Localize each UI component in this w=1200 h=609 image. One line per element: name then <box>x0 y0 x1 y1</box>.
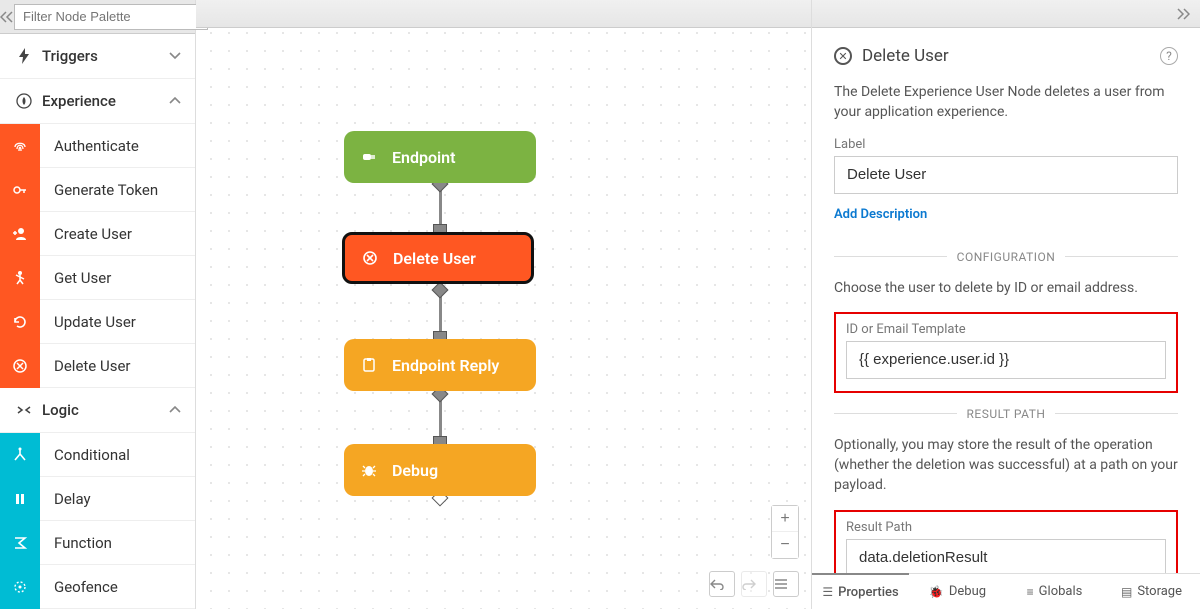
help-icon[interactable]: ? <box>1160 47 1178 65</box>
undo-button[interactable] <box>709 571 735 597</box>
flow-node-debug[interactable]: Debug <box>344 444 536 496</box>
palette-item-label: Create User <box>40 225 132 243</box>
clipboard-icon <box>360 356 382 374</box>
palette-item-label: Delete User <box>40 357 131 375</box>
bolt-icon <box>14 48 34 64</box>
palette-item-conditional[interactable]: Conditional <box>0 432 195 476</box>
config-description: Choose the user to delete by ID or email… <box>834 278 1178 298</box>
result-field-label: Result Path <box>846 520 1166 535</box>
fingerprint-icon <box>0 124 40 168</box>
palette-item-label: Delay <box>40 490 91 508</box>
result-path-input[interactable] <box>846 539 1166 573</box>
tab-label: Globals <box>1039 584 1083 599</box>
flow-node-label: Delete User <box>393 249 476 268</box>
branch-icon <box>0 433 40 477</box>
id-template-input[interactable] <box>846 341 1166 379</box>
run-user-icon <box>0 256 40 300</box>
tab-debug[interactable]: 🐞 Debug <box>909 574 1006 609</box>
category-label: Experience <box>42 92 169 110</box>
collapse-sidebar-button[interactable] <box>0 0 14 34</box>
palette-item-label: Authenticate <box>40 137 139 155</box>
add-user-icon <box>0 212 40 256</box>
label-field-label: Label <box>834 137 1178 152</box>
workflow-canvas[interactable]: Endpoint Delete User Endpoint Reply Debu… <box>196 0 811 609</box>
bug-icon <box>360 461 382 479</box>
delete-icon <box>361 249 383 267</box>
category-experience[interactable]: Experience <box>0 79 195 123</box>
globe-icon: ≡ <box>1027 585 1034 599</box>
flow-node-label: Endpoint <box>392 148 456 167</box>
palette-item-function[interactable]: Function <box>0 520 195 564</box>
refresh-icon <box>0 300 40 344</box>
tab-label: Properties <box>838 585 899 600</box>
category-triggers[interactable]: Triggers <box>0 34 195 78</box>
palette-item-generate-token[interactable]: Generate Token <box>0 167 195 211</box>
delete-icon <box>0 344 40 388</box>
palette-item-label: Get User <box>40 269 111 287</box>
palette-item-authenticate[interactable]: Authenticate <box>0 123 195 167</box>
palette-item-delete-user[interactable]: Delete User <box>0 343 195 387</box>
flow-node-endpoint-reply[interactable]: Endpoint Reply <box>344 339 536 391</box>
panel-title: Delete User <box>862 46 1160 66</box>
tab-storage[interactable]: ▤ Storage <box>1103 574 1200 609</box>
palette-item-label: Generate Token <box>40 181 158 199</box>
section-result-path: RESULT PATH <box>957 407 1056 421</box>
zoom-controls: + − <box>771 505 799 559</box>
properties-panel: ✕ Delete User ? The Delete Experience Us… <box>811 0 1200 609</box>
plug-icon <box>360 148 382 166</box>
connector-port[interactable] <box>432 282 449 299</box>
palette-item-label: Function <box>40 534 112 552</box>
pause-icon <box>0 477 40 521</box>
highlighted-id-field: ID or Email Template <box>834 312 1178 393</box>
label-input[interactable] <box>834 156 1178 194</box>
filter-palette-input[interactable] <box>14 4 208 30</box>
chevron-down-icon <box>169 52 181 60</box>
category-logic[interactable]: Logic <box>0 388 195 432</box>
tab-properties[interactable]: ☰ Properties <box>812 573 909 609</box>
add-description-link[interactable]: Add Description <box>834 207 927 222</box>
palette-item-get-user[interactable]: Get User <box>0 255 195 299</box>
flow-node-label: Endpoint Reply <box>392 356 499 375</box>
expand-panel-button[interactable] <box>812 0 1200 28</box>
palette-item-create-user[interactable]: Create User <box>0 211 195 255</box>
flow-node-delete-user[interactable]: Delete User <box>342 232 534 284</box>
palette-item-label: Geofence <box>40 578 118 596</box>
zoom-out-button[interactable]: − <box>772 532 798 558</box>
list-view-button[interactable] <box>773 571 799 597</box>
chevron-up-icon <box>169 97 181 105</box>
section-configuration: CONFIGURATION <box>947 250 1066 264</box>
storage-icon: ▤ <box>1121 585 1132 599</box>
tab-label: Storage <box>1137 584 1182 599</box>
palette-item-delay[interactable]: Delay <box>0 476 195 520</box>
palette-item-label: Update User <box>40 313 136 331</box>
chevron-up-icon <box>169 406 181 414</box>
canvas-topbar <box>196 0 811 28</box>
delete-icon: ✕ <box>834 47 852 65</box>
id-field-label: ID or Email Template <box>846 322 1166 337</box>
palette-item-label: Conditional <box>40 446 130 464</box>
sigma-icon <box>0 521 40 565</box>
node-palette-sidebar: Triggers Experience <box>0 0 196 609</box>
redo-button[interactable] <box>741 571 767 597</box>
palette-item-geofence[interactable]: Geofence <box>0 564 195 608</box>
key-icon <box>0 168 40 212</box>
highlighted-result-field: Result Path <box>834 510 1178 573</box>
result-description: Optionally, you may store the result of … <box>834 435 1178 496</box>
palette-item-update-user[interactable]: Update User <box>0 299 195 343</box>
geofence-icon <box>0 565 40 609</box>
list-icon: ☰ <box>822 585 833 599</box>
category-label: Triggers <box>42 47 169 65</box>
flow-node-endpoint[interactable]: Endpoint <box>344 131 536 183</box>
panel-description: The Delete Experience User Node deletes … <box>834 82 1178 123</box>
tab-globals[interactable]: ≡ Globals <box>1006 574 1103 609</box>
category-label: Logic <box>42 401 169 419</box>
flow-node-label: Debug <box>392 461 438 480</box>
tab-label: Debug <box>949 584 986 599</box>
logic-icon <box>14 403 34 417</box>
experience-icon <box>14 93 34 109</box>
bug-icon: 🐞 <box>929 585 944 599</box>
zoom-in-button[interactable]: + <box>772 506 798 532</box>
